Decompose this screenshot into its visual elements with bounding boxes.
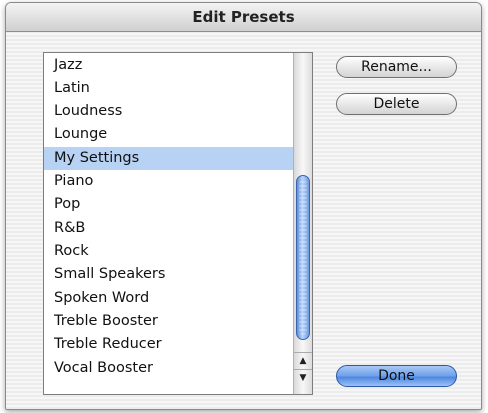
- scroll-down-arrow-icon[interactable]: ▼: [294, 369, 312, 386]
- list-item-lounge[interactable]: Lounge: [44, 123, 293, 146]
- edit-presets-dialog: Edit Presets Jazz Latin Loudness Lounge …: [5, 2, 482, 410]
- delete-button[interactable]: Delete: [336, 93, 457, 115]
- list-item-rock[interactable]: Rock: [44, 240, 293, 263]
- list-item-latin[interactable]: Latin: [44, 77, 293, 100]
- list-item-small-speakers[interactable]: Small Speakers: [44, 263, 293, 286]
- list-item-pop[interactable]: Pop: [44, 193, 293, 216]
- vertical-scrollbar[interactable]: ▲ ▼: [293, 53, 312, 394]
- list-item-treble-booster[interactable]: Treble Booster: [44, 310, 293, 333]
- scrollbar-thumb[interactable]: [296, 175, 310, 340]
- list-item-jazz[interactable]: Jazz: [44, 54, 293, 77]
- done-button[interactable]: Done: [336, 365, 457, 387]
- list-item-treble-reducer[interactable]: Treble Reducer: [44, 333, 293, 356]
- list-item-my-settings[interactable]: My Settings: [44, 147, 293, 170]
- list-item-piano[interactable]: Piano: [44, 170, 293, 193]
- rename-button[interactable]: Rename...: [336, 56, 457, 78]
- list-item-loudness[interactable]: Loudness: [44, 100, 293, 123]
- scroll-up-arrow-icon[interactable]: ▲: [294, 352, 312, 369]
- dialog-title: Edit Presets: [6, 3, 481, 32]
- list-item-rnb[interactable]: R&B: [44, 217, 293, 240]
- presets-list[interactable]: Jazz Latin Loudness Lounge My Settings P…: [43, 52, 313, 395]
- presets-list-items: Jazz Latin Loudness Lounge My Settings P…: [44, 53, 293, 394]
- list-item-vocal-booster[interactable]: Vocal Booster: [44, 357, 293, 380]
- list-item-spoken-word[interactable]: Spoken Word: [44, 287, 293, 310]
